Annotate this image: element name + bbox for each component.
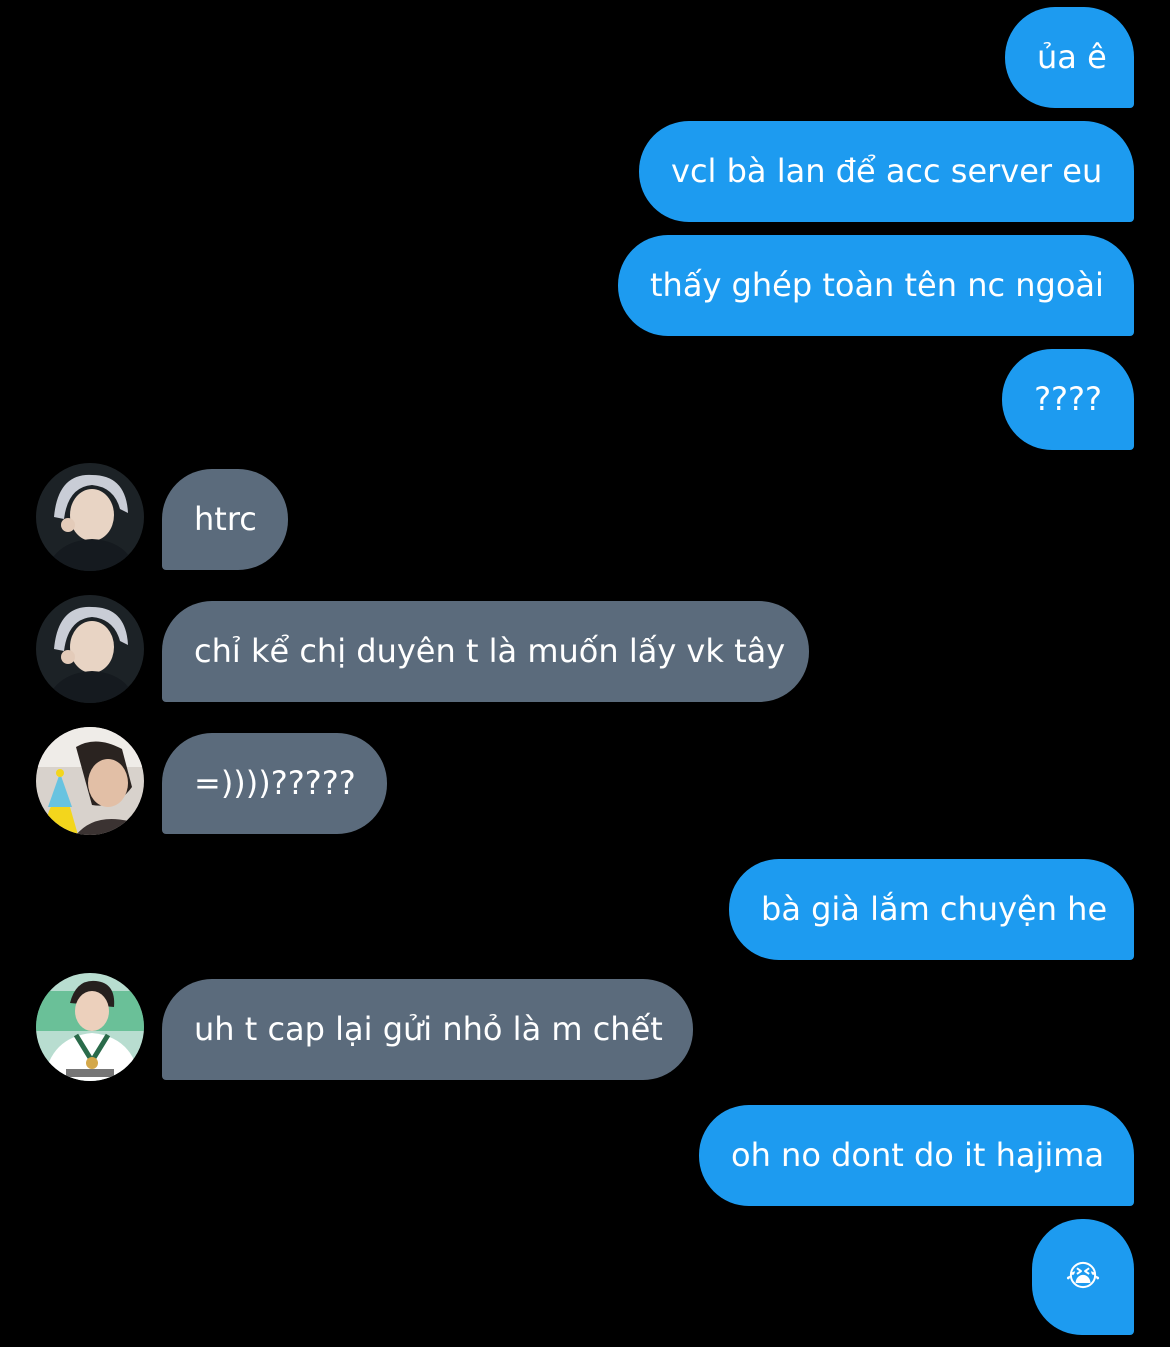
message-bubble-sent[interactable]: 😭 <box>1032 1219 1134 1335</box>
message-text: thấy ghép toàn tên nc ngoài <box>650 266 1104 304</box>
message-text: bà già lắm chuyện he <box>761 890 1108 928</box>
avatar-silver-hair-icon <box>36 463 144 571</box>
message-text: chỉ kể chị duyên t là muốn lấy vk tây <box>194 632 786 670</box>
message-bubble-sent[interactable]: oh no dont do it hajima <box>699 1105 1134 1206</box>
avatar-party-hat-icon <box>36 727 144 835</box>
message-text: vcl bà lan để acc server eu <box>671 152 1103 190</box>
message-text: ủa ê <box>1037 38 1107 76</box>
avatar[interactable] <box>36 973 144 1081</box>
message-bubble-sent[interactable]: thấy ghép toàn tên nc ngoài <box>618 235 1134 336</box>
message-bubble-received[interactable]: =))))????? <box>162 733 387 834</box>
message-text: uh t cap lại gửi nhỏ là m chết <box>194 1010 663 1048</box>
avatar[interactable] <box>36 463 144 571</box>
message-text: oh no dont do it hajima <box>731 1136 1105 1174</box>
message-bubble-sent[interactable]: ủa ê <box>1005 7 1134 108</box>
avatar[interactable] <box>36 595 144 703</box>
avatar[interactable] <box>36 727 144 835</box>
message-text: ???? <box>1034 380 1102 418</box>
message-text: htrc <box>194 500 257 538</box>
avatar-medal-icon <box>36 973 144 1081</box>
loudly-crying-face-icon: 😭 <box>1065 1259 1101 1294</box>
message-bubble-received[interactable]: chỉ kể chị duyên t là muốn lấy vk tây <box>162 601 809 702</box>
message-bubble-sent[interactable]: bà già lắm chuyện he <box>729 859 1134 960</box>
message-bubble-received[interactable]: uh t cap lại gửi nhỏ là m chết <box>162 979 693 1080</box>
avatar-silver-hair-icon <box>36 595 144 703</box>
message-text: =))))????? <box>194 764 356 802</box>
message-bubble-received[interactable]: htrc <box>162 469 288 570</box>
message-bubble-sent[interactable]: vcl bà lan để acc server eu <box>639 121 1134 222</box>
message-bubble-sent[interactable]: ???? <box>1002 349 1134 450</box>
